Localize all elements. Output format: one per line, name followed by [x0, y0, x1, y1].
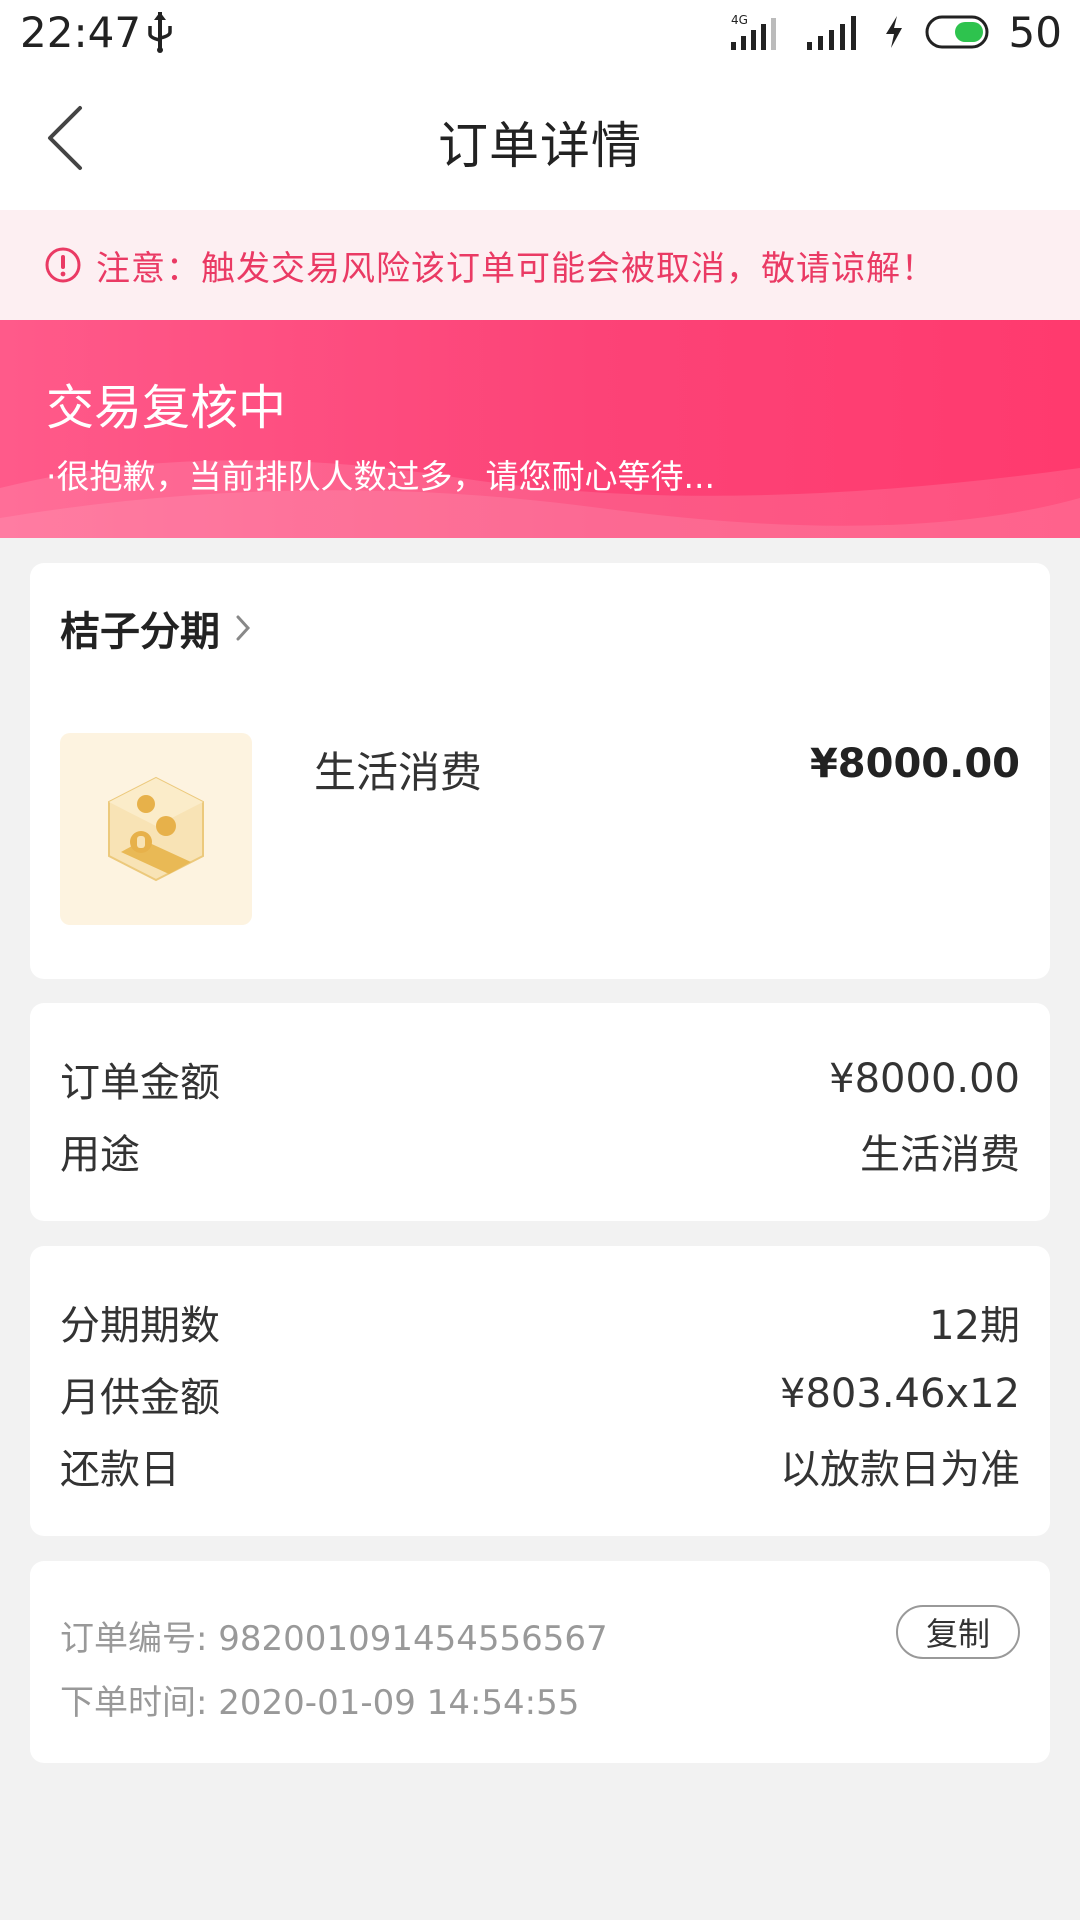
status-icons: 4G 50: [729, 7, 1062, 57]
purpose-value: 生活消费: [860, 1132, 1020, 1178]
monthly-row: 月供金额 ¥803.46x12: [60, 1364, 1020, 1424]
charging-icon: [885, 16, 902, 48]
product-name: 生活消费: [314, 748, 483, 797]
periods-label: 分期期数: [60, 1303, 220, 1349]
exclamation-circle-icon: [45, 247, 81, 283]
warning-text: 注意：触发交易风险该订单可能会被取消，敬请谅解！: [96, 248, 936, 289]
order-meta-card: 订单编号: 982001091454556567 下单时间: 2020-01-0…: [30, 1561, 1050, 1763]
product-image: [60, 733, 252, 925]
order-number-label: 订单编号:: [60, 1619, 208, 1659]
periods-value: 12期: [929, 1303, 1020, 1349]
signal-icon: [806, 16, 856, 50]
chevron-right-icon: [236, 615, 251, 641]
purpose-row: 用途 生活消费: [60, 1121, 1020, 1181]
installment-card: 分期期数 12期 月供金额 ¥803.46x12 还款日 以放款日为准: [30, 1246, 1050, 1536]
copy-button[interactable]: 复制: [896, 1605, 1020, 1659]
page-title: 订单详情: [438, 117, 642, 175]
merchant-name: 桔子分期: [60, 609, 220, 655]
status-time: 22:47: [20, 8, 142, 57]
usb-icon: [148, 12, 172, 53]
top-bar: 订单详情: [0, 66, 1080, 210]
order-info-card: 订单金额 ¥8000.00 用途 生活消费: [30, 1003, 1050, 1221]
battery-level: 50: [1008, 7, 1062, 57]
svg-text:4G: 4G: [731, 13, 748, 27]
status-subtitle: ·很抱歉，当前排队人数过多，请您耐心等待...: [46, 457, 715, 496]
repay-label: 还款日: [60, 1447, 180, 1493]
order-time: 2020-01-09 14:54:55: [218, 1683, 580, 1723]
battery-toggle-icon: [925, 15, 989, 49]
order-amount-row: 订单金额 ¥8000.00: [60, 1049, 1020, 1109]
status-bar: 22:47 4G 50: [0, 0, 1080, 66]
monthly-value: ¥803.46x12: [780, 1371, 1020, 1417]
status-banner: 交易复核中 ·很抱歉，当前排队人数过多，请您耐心等待...: [0, 320, 1080, 538]
order-time-label: 下单时间:: [60, 1683, 208, 1723]
coin-box-icon: [108, 776, 204, 882]
product-card: 桔子分期 生活消费 ¥8000.00: [30, 563, 1050, 979]
order-time-line: 下单时间: 2020-01-09 14:54:55: [60, 1675, 579, 1724]
monthly-label: 月供金额: [60, 1375, 220, 1421]
repay-value: 以放款日为准: [780, 1447, 1020, 1493]
warning-banner: 注意：触发交易风险该订单可能会被取消，敬请谅解！: [0, 210, 1080, 320]
signal-4g-icon: 4G: [730, 13, 776, 50]
order-amount-value: ¥8000.00: [829, 1056, 1020, 1102]
status-title: 交易复核中: [46, 380, 287, 436]
purpose-label: 用途: [60, 1132, 140, 1178]
order-number-line: 订单编号: 982001091454556567: [60, 1611, 608, 1660]
order-amount-label: 订单金额: [60, 1060, 220, 1106]
product-price: ¥8000.00: [809, 741, 1020, 787]
merchant-link[interactable]: 桔子分期: [60, 599, 252, 657]
repay-row: 还款日 以放款日为准: [60, 1436, 1020, 1496]
periods-row: 分期期数 12期: [60, 1292, 1020, 1352]
order-number: 982001091454556567: [218, 1619, 608, 1659]
